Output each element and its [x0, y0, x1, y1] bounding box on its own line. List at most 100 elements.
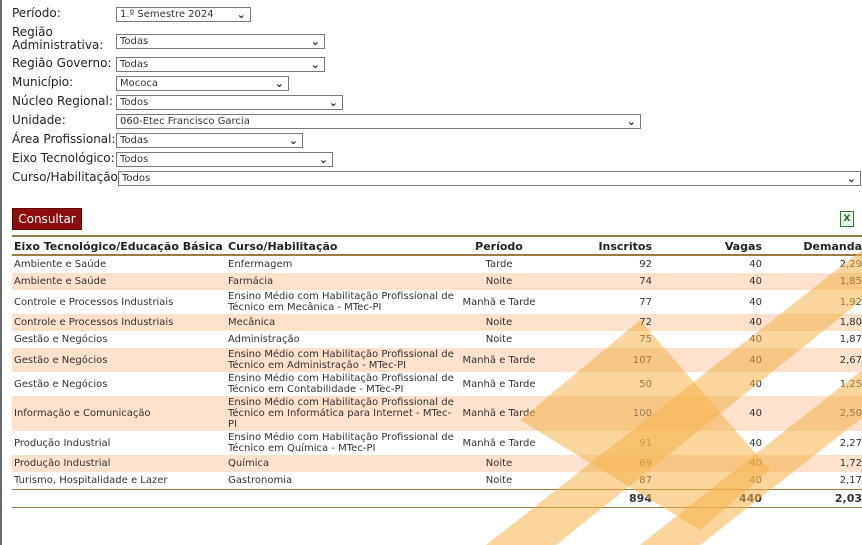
- table-row: Controle e Processos Industriais Ensino …: [12, 290, 862, 314]
- cell-eixo: Controle e Processos Industriais: [12, 314, 228, 331]
- filter-periodo: Período: 1.º Semestre 2024 ⌄: [12, 5, 862, 24]
- cell-vagas: 40: [749, 296, 762, 308]
- periodo-select[interactable]: 1.º Semestre 2024 ⌄: [116, 7, 251, 22]
- cell-vagas: 40: [749, 437, 762, 449]
- filter-label: Período:: [12, 6, 61, 20]
- cell-inscritos: 92: [639, 259, 652, 270]
- total-vagas: 440: [652, 489, 762, 508]
- cell-eixo: Gestão e Negócios: [14, 334, 108, 345]
- cell-periodo: Manhã e Tarde: [462, 437, 536, 449]
- table-top-rule: [12, 235, 862, 237]
- cell-inscritos: 91: [639, 437, 652, 449]
- cell-vagas: 40: [652, 396, 762, 431]
- cell-demanda: 2,67: [762, 348, 862, 372]
- cell-periodo: Noite: [454, 455, 544, 472]
- cell-demanda: 1,85: [762, 273, 862, 290]
- cell-eixo: Ambiente e Saúde: [14, 259, 107, 270]
- area-profissional-select[interactable]: Todas ⌄: [116, 133, 303, 148]
- select-value: Todas: [120, 59, 149, 70]
- header-periodo[interactable]: Período: [454, 238, 544, 255]
- filter-label: Eixo Tecnológico:: [12, 151, 115, 165]
- filter-nucleo-regional: Núcleo Regional: Todos ⌄: [12, 93, 862, 112]
- table-row: Produção Industrial Química Noite 69 40 …: [12, 455, 862, 472]
- filter-label: Região Governo:: [12, 56, 112, 70]
- cell-eixo: Produção Industrial: [12, 455, 228, 472]
- cell-inscritos: 87: [639, 475, 652, 486]
- cell-vagas: 40: [652, 273, 762, 290]
- filter-label: Município:: [12, 75, 74, 89]
- cell-demanda: 2,50: [762, 396, 862, 431]
- cell-vagas: 40: [749, 334, 762, 345]
- cell-inscritos: 75: [639, 334, 652, 345]
- filter-label: Núcleo Regional:: [12, 94, 113, 108]
- filter-unidade: Unidade: 060-Etec Francisco Garcia ⌄: [12, 112, 862, 131]
- unidade-select[interactable]: 060-Etec Francisco Garcia ⌄: [116, 114, 641, 129]
- chevron-down-icon: ⌄: [626, 115, 636, 128]
- cell-vagas: 40: [749, 259, 762, 270]
- total-inscritos: 894: [544, 489, 652, 508]
- filter-label: Unidade:: [12, 113, 66, 127]
- filter-label: Área Profissional:: [12, 132, 116, 146]
- table-row: Gestão e Negócios Ensino Médio com Habil…: [12, 348, 862, 372]
- consultar-button[interactable]: Consultar: [12, 208, 82, 230]
- nucleo-regional-select[interactable]: Todos ⌄: [116, 95, 343, 110]
- cell-periodo: Tarde: [485, 259, 513, 270]
- select-value: 060-Etec Francisco Garcia: [120, 116, 250, 127]
- cell-demanda: 2,29: [839, 259, 862, 270]
- cell-eixo: Produção Industrial: [14, 437, 111, 449]
- select-value: Todas: [120, 36, 149, 47]
- cell-inscritos: 74: [544, 273, 652, 290]
- totals-spacer: [12, 489, 228, 508]
- select-value: Todos: [120, 154, 149, 165]
- table-row: Ambiente e Saúde Enfermagem Tarde 92 40 …: [12, 255, 862, 273]
- header-curso[interactable]: Curso/Habilitação: [228, 238, 454, 255]
- cell-curso: Ensino Médio com Habilitação Profissiona…: [228, 348, 454, 372]
- filter-regiao-administrativa: Região Administrativa: Todas ⌄: [12, 24, 862, 55]
- chevron-down-icon: ⌄: [318, 153, 328, 166]
- cell-eixo: Gestão e Negócios: [14, 378, 108, 390]
- cell-inscritos: 69: [544, 455, 652, 472]
- chevron-down-icon: ⌄: [328, 96, 338, 109]
- cell-vagas: 40: [749, 475, 762, 486]
- cell-periodo: Manhã e Tarde: [462, 296, 536, 308]
- municipio-select[interactable]: Mococa ⌄: [116, 76, 289, 91]
- cell-curso: Mecânica: [228, 314, 454, 331]
- cell-demanda: 1,80: [762, 314, 862, 331]
- table-header-row: Eixo Tecnológico/Educação Básica Curso/H…: [12, 238, 862, 255]
- filter-curso-habilitacao: Curso/Habilitação: Todos ⌄: [12, 169, 862, 188]
- select-value: Mococa: [120, 78, 158, 89]
- cell-periodo: Manhã e Tarde: [462, 378, 536, 390]
- cell-inscritos: 50: [639, 378, 652, 390]
- regiao-administrativa-select[interactable]: Todas ⌄: [116, 34, 325, 49]
- results-table: Eixo Tecnológico/Educação Básica Curso/H…: [12, 238, 862, 508]
- cell-vagas: 40: [749, 378, 762, 390]
- header-demanda[interactable]: Demanda: [762, 238, 862, 255]
- cell-demanda: 2,27: [839, 437, 862, 449]
- table-row: Produção Industrial Ensino Médio com Hab…: [12, 431, 862, 455]
- header-inscritos[interactable]: Inscritos: [544, 238, 652, 255]
- cell-curso: Ensino Médio com Habilitação Profissiona…: [228, 373, 454, 395]
- header-vagas[interactable]: Vagas: [652, 238, 762, 255]
- eixo-tecnologico-select[interactable]: Todos ⌄: [116, 152, 333, 167]
- table-row: Ambiente e Saúde Farmácia Noite 74 40 1,…: [12, 273, 862, 290]
- table-row: Controle e Processos Industriais Mecânic…: [12, 314, 862, 331]
- filter-form: Período: 1.º Semestre 2024 ⌄ Região Admi…: [12, 5, 862, 188]
- left-edge-divider: [0, 0, 2, 545]
- cell-periodo: Manhã e Tarde: [454, 396, 544, 431]
- chevron-down-icon: ⌄: [288, 134, 298, 147]
- cell-periodo: Noite: [485, 334, 513, 345]
- chevron-down-icon: ⌄: [310, 35, 320, 48]
- totals-spacer: [228, 489, 454, 508]
- regiao-governo-select[interactable]: Todas ⌄: [116, 57, 325, 72]
- cell-curso: Ensino Médio com Habilitação Profissiona…: [228, 432, 454, 454]
- cell-inscritos: 72: [544, 314, 652, 331]
- cell-vagas: 40: [652, 314, 762, 331]
- curso-habilitacao-select[interactable]: Todos ⌄: [118, 171, 861, 186]
- total-demanda: 2,03: [762, 489, 862, 508]
- totals-spacer: [454, 489, 544, 508]
- cell-curso: Farmácia: [228, 273, 454, 290]
- cell-demanda: 1,92: [839, 296, 862, 308]
- excel-export-icon[interactable]: X: [840, 211, 854, 227]
- select-value: Todos: [122, 173, 151, 184]
- header-eixo[interactable]: Eixo Tecnológico/Educação Básica: [12, 238, 228, 255]
